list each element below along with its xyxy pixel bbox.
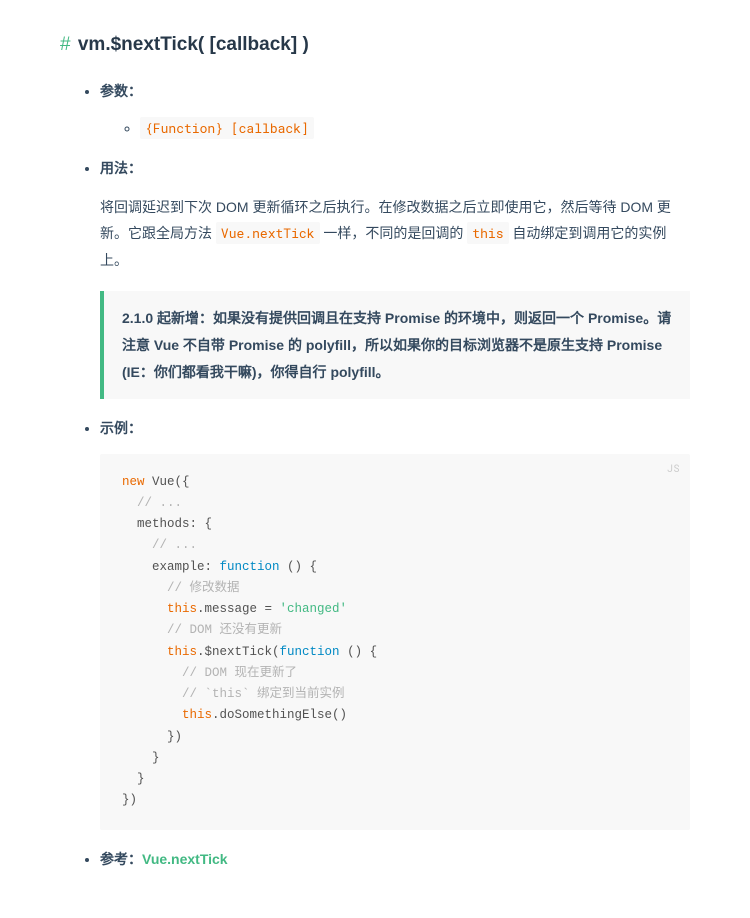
section-reference: 参考：Vue.nextTick xyxy=(100,848,690,870)
usage-tip: 2.1.0 起新增：如果没有提供回调且在支持 Promise 的环境中，则返回一… xyxy=(100,291,690,399)
usage-code-1: Vue.nextTick xyxy=(216,222,320,244)
api-detail-list: 参数： {Function} [callback] 用法： 将回调延迟到下次 D… xyxy=(60,80,690,870)
ref-link[interactable]: Vue.nextTick xyxy=(142,851,228,867)
params-list: {Function} [callback] xyxy=(100,117,690,139)
example-label: 示例： xyxy=(100,420,142,436)
param-type-code: {Function} [callback] xyxy=(140,117,314,139)
section-params: 参数： {Function} [callback] xyxy=(100,80,690,139)
section-example: 示例： JS new Vue({ // ... methods: { // ..… xyxy=(100,417,690,829)
params-label: 参数： xyxy=(100,83,142,99)
heading-anchor[interactable]: # xyxy=(60,34,71,55)
param-item: {Function} [callback] xyxy=(140,117,690,139)
heading-title: vm.$nextTick( [callback] ) xyxy=(78,34,309,55)
usage-label: 用法： xyxy=(100,160,142,176)
ref-label: 参考： xyxy=(100,851,142,867)
code-language-badge: JS xyxy=(667,460,680,477)
example-code-block: JS new Vue({ // ... methods: { // ... ex… xyxy=(100,454,690,830)
usage-code-2: this xyxy=(467,222,508,244)
usage-text-2: 一样，不同的是回调的 xyxy=(320,225,468,241)
usage-description: 将回调延迟到下次 DOM 更新循环之后执行。在修改数据之后立即使用它，然后等待 … xyxy=(100,194,690,274)
api-heading: # vm.$nextTick( [callback] ) xyxy=(60,30,690,60)
code-content: new Vue({ // ... methods: { // ... examp… xyxy=(122,472,668,812)
section-usage: 用法： 将回调延迟到下次 DOM 更新循环之后执行。在修改数据之后立即使用它，然… xyxy=(100,157,690,399)
